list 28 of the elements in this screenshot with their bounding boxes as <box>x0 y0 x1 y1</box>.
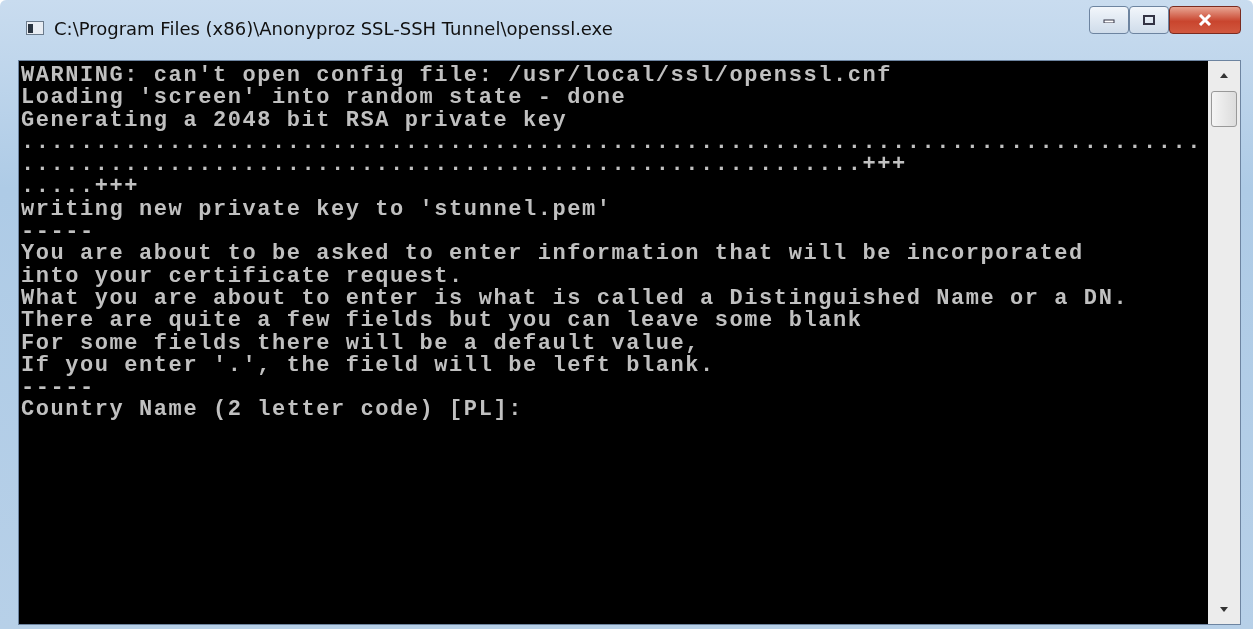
console-line: There are quite a few fields but you can leave some blank <box>21 310 863 333</box>
console-line: Loading 'screen' into random state - done <box>21 87 627 110</box>
console-line: Generating a 2048 bit RSA private key <box>21 109 569 132</box>
maximize-icon <box>1143 15 1155 25</box>
console-line: .........................................................+++ <box>21 154 908 177</box>
console-line: WARNING: can't open config file: /usr/local/ssl/openssl.cnf <box>21 65 893 88</box>
console-line: .....+++ <box>21 176 141 199</box>
minimize-icon <box>1103 17 1115 23</box>
console-line: ----- <box>21 377 95 400</box>
maximize-button[interactable] <box>1129 6 1169 34</box>
console-line: into your certificate request. <box>21 265 465 288</box>
scroll-down-arrow-icon[interactable] <box>1219 606 1229 614</box>
minimize-button[interactable] <box>1089 6 1129 34</box>
scrollbar[interactable] <box>1208 61 1240 624</box>
scrollbar-thumb[interactable] <box>1211 91 1237 127</box>
console-line: If you enter '.', the field will be left blank. <box>21 354 716 378</box>
window-title: C:\Program Files (x86)\Anonyproz SSL-SSH Tunnel\openssl.exe <box>54 17 614 39</box>
close-button[interactable] <box>1169 6 1241 34</box>
console-line: What you are about to enter is what is called a Distinguished Name or a DN. <box>21 287 1130 311</box>
console-line: ................................................................................ <box>21 131 1203 155</box>
console-line: Country Name (2 letter code) [PL]: <box>21 399 524 422</box>
close-icon <box>1198 14 1212 26</box>
console-line: For some fields there will be a default value, <box>21 332 701 355</box>
console-window-icon <box>26 21 44 35</box>
console-line: You are about to be asked to enter information that will be incorporated <box>21 243 1085 266</box>
scroll-up-arrow-icon[interactable] <box>1219 71 1229 79</box>
console-line: ----- <box>21 221 95 244</box>
console-line: writing new private key to 'stunnel.pem' <box>21 198 613 222</box>
